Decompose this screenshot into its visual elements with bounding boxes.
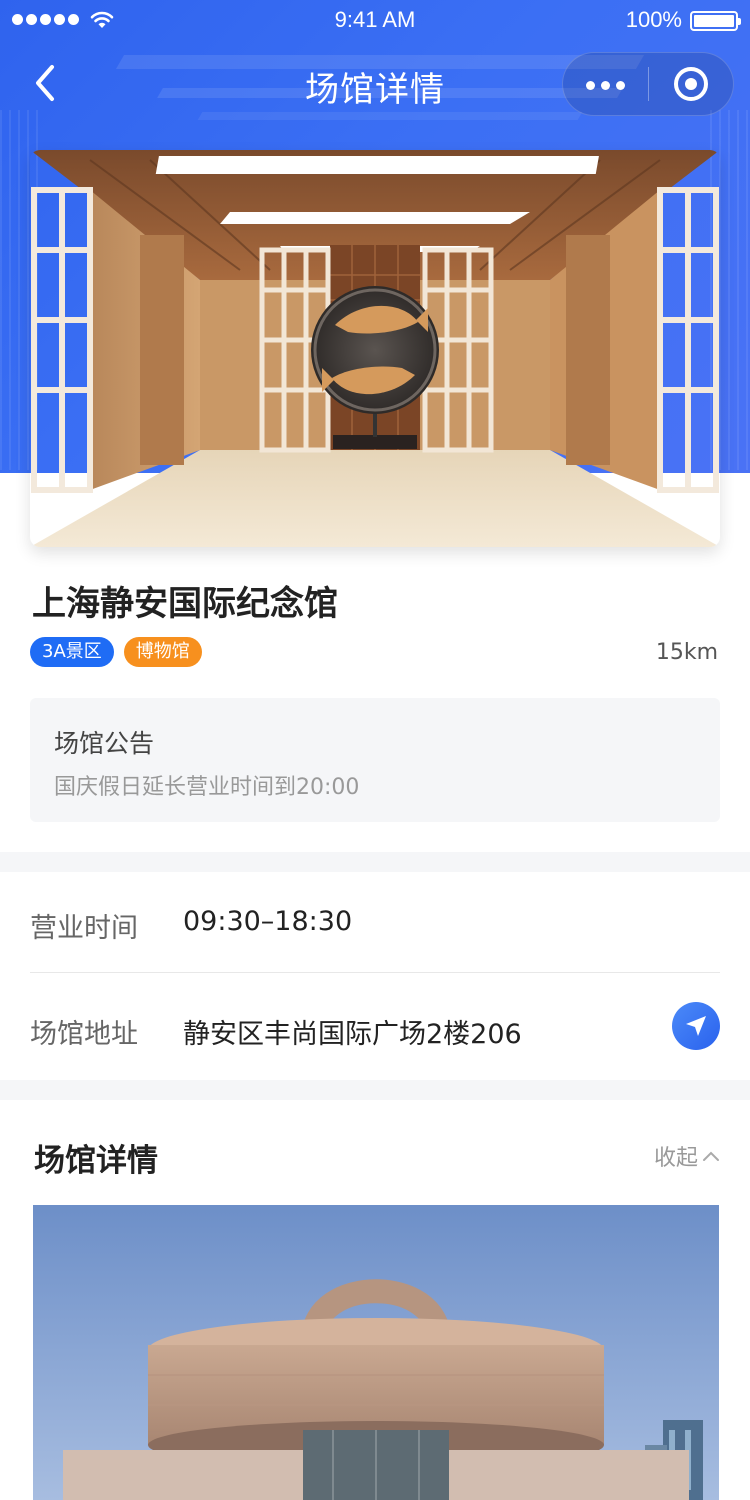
hours-label: 营业时间	[30, 913, 138, 944]
venue-detail-photo	[33, 1205, 719, 1500]
notice-text: 国庆假日延长营业时间到20:00	[54, 775, 360, 800]
hours-value: 09:30–18:30	[183, 906, 353, 937]
venue-name: 上海静安国际纪念馆	[32, 584, 338, 624]
venue-notice: 场馆公告 国庆假日延长营业时间到20:00	[30, 698, 720, 822]
section-separator	[0, 852, 750, 872]
section-separator	[0, 1080, 750, 1100]
status-bar: 9:41 AM 100%	[0, 0, 750, 40]
address-row[interactable]: 场馆地址 静安区丰尚国际广场2楼206	[30, 978, 720, 1078]
close-button[interactable]	[649, 53, 733, 115]
opening-hours-row: 营业时间 09:30–18:30	[30, 872, 720, 972]
chevron-up-icon	[703, 1151, 719, 1161]
tag-scenic-level: 3A景区	[30, 637, 114, 667]
close-target-icon	[673, 67, 708, 101]
navigation-arrow-icon	[686, 1016, 706, 1036]
collapse-toggle[interactable]: 收起	[654, 1140, 720, 1172]
address-label: 场馆地址	[30, 1019, 138, 1050]
more-dots-icon	[583, 75, 628, 94]
mini-program-capsule	[562, 52, 734, 116]
tag-category: 博物馆	[123, 637, 202, 667]
battery-icon	[690, 11, 741, 31]
address-value: 静安区丰尚国际广场2楼206	[183, 1019, 522, 1050]
navigate-button[interactable]	[672, 1002, 720, 1050]
venue-tags: 3A景区 博物馆	[30, 637, 202, 667]
battery-percent: 100%	[625, 7, 682, 32]
row-divider	[30, 972, 720, 973]
venue-distance: 15km	[655, 640, 718, 665]
venue-banner-image	[30, 150, 720, 547]
navigation-bar: 场馆详情	[0, 44, 750, 124]
collapse-label: 收起	[653, 1146, 698, 1171]
detail-section-title: 场馆详情	[34, 1143, 158, 1179]
notice-title: 场馆公告	[54, 729, 155, 758]
more-button[interactable]	[563, 53, 648, 115]
